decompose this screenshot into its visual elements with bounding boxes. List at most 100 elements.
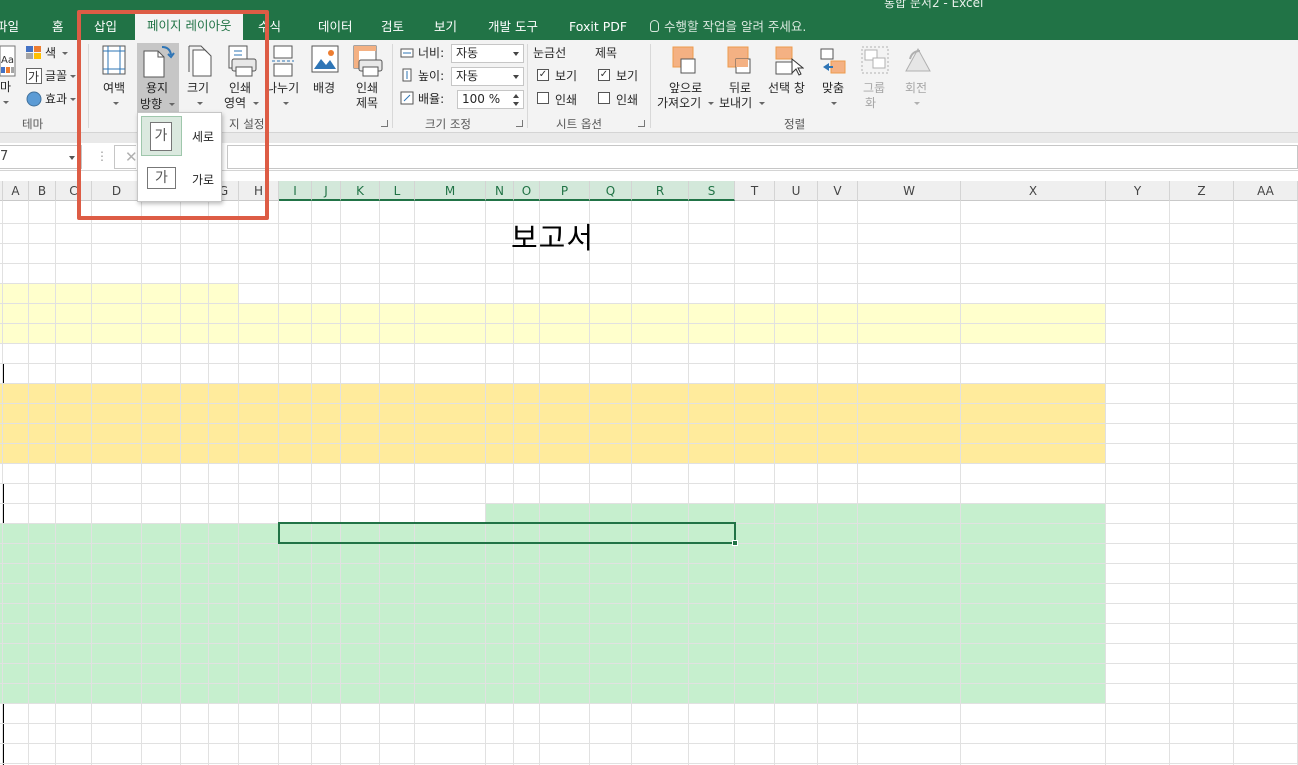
column-header-n[interactable]: N — [486, 181, 514, 201]
gridline-vertical — [734, 201, 735, 765]
gridline-vertical — [513, 201, 514, 765]
chevron-down-icon — [62, 52, 68, 55]
selection-pane-icon — [775, 46, 804, 76]
font-icon: 가 — [26, 68, 42, 84]
gridline-horizontal — [0, 263, 1298, 264]
tab-view[interactable]: 보기 — [434, 15, 457, 40]
gridline-horizontal — [0, 603, 1298, 604]
page-setup-dialog-launcher[interactable] — [381, 120, 388, 127]
bring-forward-label-line2: 가져오기 — [657, 96, 702, 110]
gridline-vertical — [485, 201, 486, 765]
sheet-options-dialog-launcher[interactable] — [638, 120, 645, 127]
gridline-horizontal — [0, 403, 1298, 404]
align-icon — [820, 48, 846, 74]
headings-print-label: 인쇄 — [616, 93, 639, 107]
column-header-k[interactable]: K — [341, 181, 380, 201]
width-value: 자동 — [456, 46, 479, 60]
scale-group-label: 크기 조정 — [425, 117, 471, 131]
gridline-vertical — [688, 201, 689, 765]
print-titles-icon — [353, 45, 383, 77]
column-header-x[interactable]: X — [961, 181, 1106, 201]
column-header-y[interactable]: Y — [1106, 181, 1170, 201]
arrange-group-label: 정렬 — [784, 117, 806, 131]
column-header-m[interactable]: M — [415, 181, 486, 201]
tab-developer[interactable]: 개발 도구 — [488, 15, 538, 40]
gridline-vertical — [631, 201, 632, 765]
spin-up-icon[interactable] — [513, 94, 519, 98]
group-objects-icon — [861, 46, 889, 74]
gridline-vertical — [1169, 201, 1170, 765]
column-header-v[interactable]: V — [818, 181, 858, 201]
theme-fonts-label: 글꼴 — [45, 69, 68, 83]
tab-home[interactable]: 홈 — [52, 15, 64, 40]
headings-print-checkbox[interactable] — [598, 92, 610, 104]
bring-forward-icon — [672, 46, 696, 74]
tell-me-search[interactable]: 수행할 작업을 알려 주세요. — [650, 15, 806, 40]
gridline-vertical — [2, 201, 3, 765]
column-header-p[interactable]: P — [540, 181, 590, 201]
column-header-i[interactable]: I — [279, 181, 312, 201]
note-row — [0, 343, 1106, 363]
headings-view-checkbox[interactable]: ✓ — [598, 69, 610, 81]
gridline-horizontal — [0, 663, 1298, 664]
scale-spinner[interactable]: 100 % — [457, 90, 524, 109]
group-separator — [527, 44, 528, 128]
column-header-r[interactable]: R — [632, 181, 689, 201]
gridlines-heading: 눈금선 — [533, 46, 567, 60]
name-box[interactable]: 7 — [0, 145, 82, 169]
scale-dialog-launcher[interactable] — [516, 120, 523, 127]
gridline-vertical — [960, 201, 961, 765]
group-label-line2: 화 — [865, 96, 877, 110]
column-header-a[interactable]: A — [3, 181, 29, 201]
gridlines-view-label: 보기 — [555, 69, 578, 83]
gridline-horizontal — [0, 583, 1298, 584]
table-header-orange — [0, 403, 1106, 463]
worksheet-grid[interactable]: 보고서 — [0, 201, 1298, 765]
column-header-t[interactable]: T — [735, 181, 775, 201]
height-select[interactable]: 자동 — [451, 67, 524, 86]
gridline-horizontal — [0, 363, 1298, 364]
column-header-s[interactable]: S — [689, 181, 735, 201]
tab-foxit-pdf[interactable]: Foxit PDF — [569, 15, 627, 40]
gridline-horizontal — [0, 563, 1298, 564]
formula-input[interactable] — [227, 145, 1298, 169]
column-header-q[interactable]: Q — [590, 181, 632, 201]
gridlines-view-checkbox[interactable]: ✓ — [537, 69, 549, 81]
gridline-horizontal — [0, 463, 1298, 464]
column-header-l[interactable]: L — [380, 181, 415, 201]
gridline-horizontal — [0, 723, 1298, 724]
gridline-horizontal — [0, 383, 1298, 384]
column-header-o[interactable]: O — [514, 181, 540, 201]
gridline-horizontal — [0, 423, 1298, 424]
width-icon — [400, 48, 414, 58]
tab-file[interactable]: 파일 — [0, 15, 19, 40]
gridlines-print-checkbox[interactable] — [537, 92, 549, 104]
headings-view-label: 보기 — [616, 69, 639, 83]
column-header-z[interactable]: Z — [1170, 181, 1234, 201]
column-header-aa[interactable]: AA — [1234, 181, 1298, 201]
theme-effects-label: 효과 — [45, 92, 68, 106]
align-label: 맞춤 — [822, 81, 845, 95]
column-header-b[interactable]: B — [29, 181, 56, 201]
gridline-horizontal — [0, 303, 1298, 304]
tab-review[interactable]: 검토 — [381, 15, 404, 40]
fill-handle[interactable] — [732, 540, 738, 546]
gridline-horizontal — [0, 443, 1298, 444]
tab-data[interactable]: 데이터 — [318, 15, 353, 40]
lightbulb-icon — [650, 20, 659, 32]
column-header-w[interactable]: W — [858, 181, 961, 201]
gridline-horizontal — [0, 483, 1298, 484]
header-strip-orange-left — [0, 383, 239, 403]
width-select[interactable]: 자동 — [451, 44, 524, 63]
gridline-vertical — [857, 201, 858, 765]
column-header-j[interactable]: J — [312, 181, 341, 201]
spin-down-icon[interactable] — [513, 102, 519, 106]
width-label: 너비: — [418, 46, 445, 60]
report-title[interactable]: 보고서 — [511, 215, 594, 257]
column-header-u[interactable]: U — [775, 181, 818, 201]
gridline-vertical — [55, 201, 56, 765]
svg-text:Aa: Aa — [1, 55, 14, 66]
gridline-vertical — [180, 201, 181, 765]
active-cell-selection[interactable] — [278, 522, 736, 544]
background-label: 배경 — [313, 81, 336, 95]
